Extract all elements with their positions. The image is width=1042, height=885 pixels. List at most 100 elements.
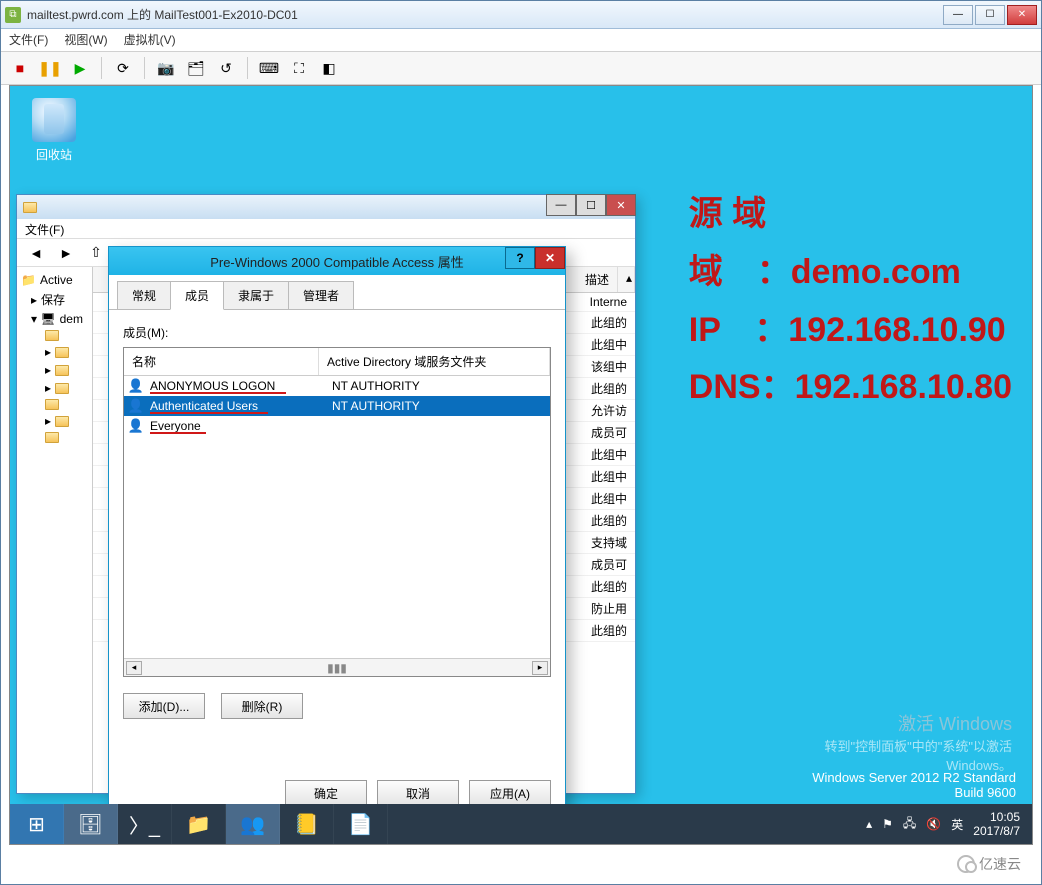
guest-desktop[interactable]: 回收站 源 域 域 ：demo.com IP ：192.168.10.90 DN…	[9, 85, 1033, 845]
member-row[interactable]: 👤 Authenticated Users NT AUTHORITY	[124, 396, 550, 416]
dialog-title: Pre-Windows 2000 Compatible Access 属性	[210, 252, 464, 271]
tray-up-icon[interactable]: ▴	[866, 817, 872, 831]
menu-vm[interactable]: 虚拟机(V)	[124, 31, 176, 49]
vmware-window: ⧉ mailtest.pwrd.com 上的 MailTest001-Ex201…	[0, 0, 1042, 885]
tray-flag-icon[interactable]: ⚑	[882, 817, 893, 831]
aduc-window-controls: — ☐ ✕	[546, 194, 636, 216]
fullscreen-button[interactable]: ⛶	[286, 55, 312, 81]
user-icon: 👤	[128, 418, 144, 434]
taskbar-server-manager[interactable]: 🗄	[64, 804, 118, 844]
aduc-menubar[interactable]: 文件(F)	[17, 219, 635, 239]
user-icon: 👤	[128, 378, 144, 394]
start-button[interactable]: ⊞	[10, 804, 64, 844]
taskbar[interactable]: ⊞ 🗄 〉_ 📁 👥 📒 📄 ▴ ⚑ 🖧 🔇 英 10:05 2017/8/7	[10, 804, 1032, 844]
remove-button[interactable]: 删除(R)	[221, 693, 303, 719]
recycle-label: 回收站	[24, 146, 84, 163]
minimize-button[interactable]: —	[943, 5, 973, 25]
back-button[interactable]: ◄	[23, 240, 49, 266]
vmware-icon: ⧉	[5, 7, 21, 23]
ok-button[interactable]: 确定	[285, 780, 367, 806]
unity-button[interactable]: ◧	[316, 55, 342, 81]
tree-folder[interactable]: ▸	[21, 361, 88, 379]
tree-folder[interactable]: ▸	[21, 412, 88, 430]
play-button[interactable]: ▶	[67, 55, 93, 81]
tree-root[interactable]: 📁Active	[21, 271, 88, 289]
tree-folder[interactable]: ▸	[21, 379, 88, 397]
tab-members[interactable]: 成员	[170, 281, 224, 310]
member-directory: NT AUTHORITY	[332, 379, 546, 393]
horizontal-scrollbar[interactable]: ◂ ▮▮▮ ▸	[124, 658, 550, 676]
col-directory[interactable]: Active Directory 域服务文件夹	[319, 348, 550, 375]
tab-managedby[interactable]: 管理者	[288, 281, 354, 309]
clock[interactable]: 10:05 2017/8/7	[973, 810, 1020, 839]
tray-sound-icon[interactable]: 🔇	[926, 817, 941, 831]
pause-button[interactable]: ❚❚	[37, 55, 63, 81]
taskbar-aduc[interactable]: 👥	[226, 804, 280, 844]
col-name[interactable]: 名称	[124, 348, 319, 375]
members-listview[interactable]: 名称 Active Directory 域服务文件夹 👤 ANONYMOUS L…	[123, 347, 551, 677]
taskbar-notepad[interactable]: 📄	[334, 804, 388, 844]
tree-folder[interactable]	[21, 397, 88, 412]
cancel-button[interactable]: 取消	[377, 780, 459, 806]
tabstrip: 常规 成员 隶属于 管理者	[109, 275, 565, 310]
aduc-close-button[interactable]: ✕	[606, 194, 636, 216]
send-cad-button[interactable]: ⌨	[256, 55, 282, 81]
vmware-titlebar[interactable]: ⧉ mailtest.pwrd.com 上的 MailTest001-Ex201…	[1, 1, 1041, 29]
aduc-minimize-button[interactable]: —	[546, 194, 576, 216]
maximize-button[interactable]: ☐	[975, 5, 1005, 25]
poweroff-button[interactable]: ■	[7, 55, 33, 81]
help-button[interactable]: ?	[505, 247, 535, 269]
properties-dialog: Pre-Windows 2000 Compatible Access 属性 ? …	[108, 246, 566, 821]
aduc-menu-file[interactable]: 文件(F)	[25, 223, 64, 237]
dialog-close-button[interactable]: ✕	[535, 247, 565, 269]
vmware-toolbar: ■ ❚❚ ▶ ⟳ 📷 🗂 ↺ ⌨ ⛶ ◧	[1, 51, 1041, 85]
window-controls: — ☐ ✕	[943, 5, 1037, 25]
up-button[interactable]: ⇧	[83, 240, 109, 266]
taskbar-app[interactable]: 📒	[280, 804, 334, 844]
dialog-titlebar[interactable]: Pre-Windows 2000 Compatible Access 属性 ? …	[109, 247, 565, 275]
members-label: 成员(M):	[123, 324, 551, 341]
tree-folder[interactable]	[21, 328, 88, 343]
aduc-maximize-button[interactable]: ☐	[576, 194, 606, 216]
system-tray[interactable]: ▴ ⚑ 🖧 🔇 英 10:05 2017/8/7	[866, 810, 1032, 839]
vmware-title: mailtest.pwrd.com 上的 MailTest001-Ex2010-…	[27, 6, 943, 23]
recycle-bin-icon[interactable]: 回收站	[24, 98, 84, 163]
revert-button[interactable]: ↺	[213, 55, 239, 81]
tree-saved[interactable]: ▸ 保存	[21, 289, 88, 310]
member-row[interactable]: 👤 Everyone	[124, 416, 550, 436]
tray-ime[interactable]: 英	[951, 816, 963, 833]
user-icon: 👤	[128, 398, 144, 414]
add-button[interactable]: 添加(D)...	[123, 693, 205, 719]
member-directory: NT AUTHORITY	[332, 399, 546, 413]
member-name: Authenticated Users	[150, 399, 332, 413]
aduc-titlebar[interactable]	[17, 195, 635, 219]
tab-memberof[interactable]: 隶属于	[223, 281, 289, 309]
forward-button[interactable]: ►	[53, 240, 79, 266]
aduc-tree[interactable]: 📁Active ▸ 保存 ▾ 🖥 dem ▸ ▸ ▸ ▸	[17, 267, 93, 793]
apply-button[interactable]: 应用(A)	[469, 780, 551, 806]
menu-file[interactable]: 文件(F)	[9, 31, 48, 49]
os-version-text: Windows Server 2012 R2 Standard Build 96…	[812, 770, 1016, 800]
scroll-up-icon[interactable]: ▴	[618, 267, 635, 292]
tree-domain[interactable]: ▾ 🖥 dem	[21, 310, 88, 328]
tray-network-icon[interactable]: 🖧	[903, 814, 916, 835]
refresh-button[interactable]: ⟳	[110, 55, 136, 81]
taskbar-explorer[interactable]: 📁	[172, 804, 226, 844]
tree-folder[interactable]: ▸	[21, 343, 88, 361]
member-row[interactable]: 👤 ANONYMOUS LOGON NT AUTHORITY	[124, 376, 550, 396]
toolbar-separator	[101, 57, 102, 79]
scroll-left-icon[interactable]: ◂	[126, 661, 142, 675]
tree-folder[interactable]	[21, 430, 88, 445]
activate-windows-watermark: 激活 Windows 转到"控制面板"中的"系统"以激活 Windows。	[825, 710, 1012, 774]
taskbar-powershell[interactable]: 〉_	[118, 804, 172, 844]
members-list-header: 名称 Active Directory 域服务文件夹	[124, 348, 550, 376]
menu-view[interactable]: 视图(W)	[64, 31, 107, 49]
tab-general[interactable]: 常规	[117, 281, 171, 309]
close-button[interactable]: ✕	[1007, 5, 1037, 25]
snapshot-button[interactable]: 📷	[153, 55, 179, 81]
scroll-right-icon[interactable]: ▸	[532, 661, 548, 675]
member-name: ANONYMOUS LOGON	[150, 379, 332, 393]
yisu-icon	[957, 855, 975, 873]
snapshot-manager-button[interactable]: 🗂	[183, 55, 209, 81]
toolbar-separator	[144, 57, 145, 79]
